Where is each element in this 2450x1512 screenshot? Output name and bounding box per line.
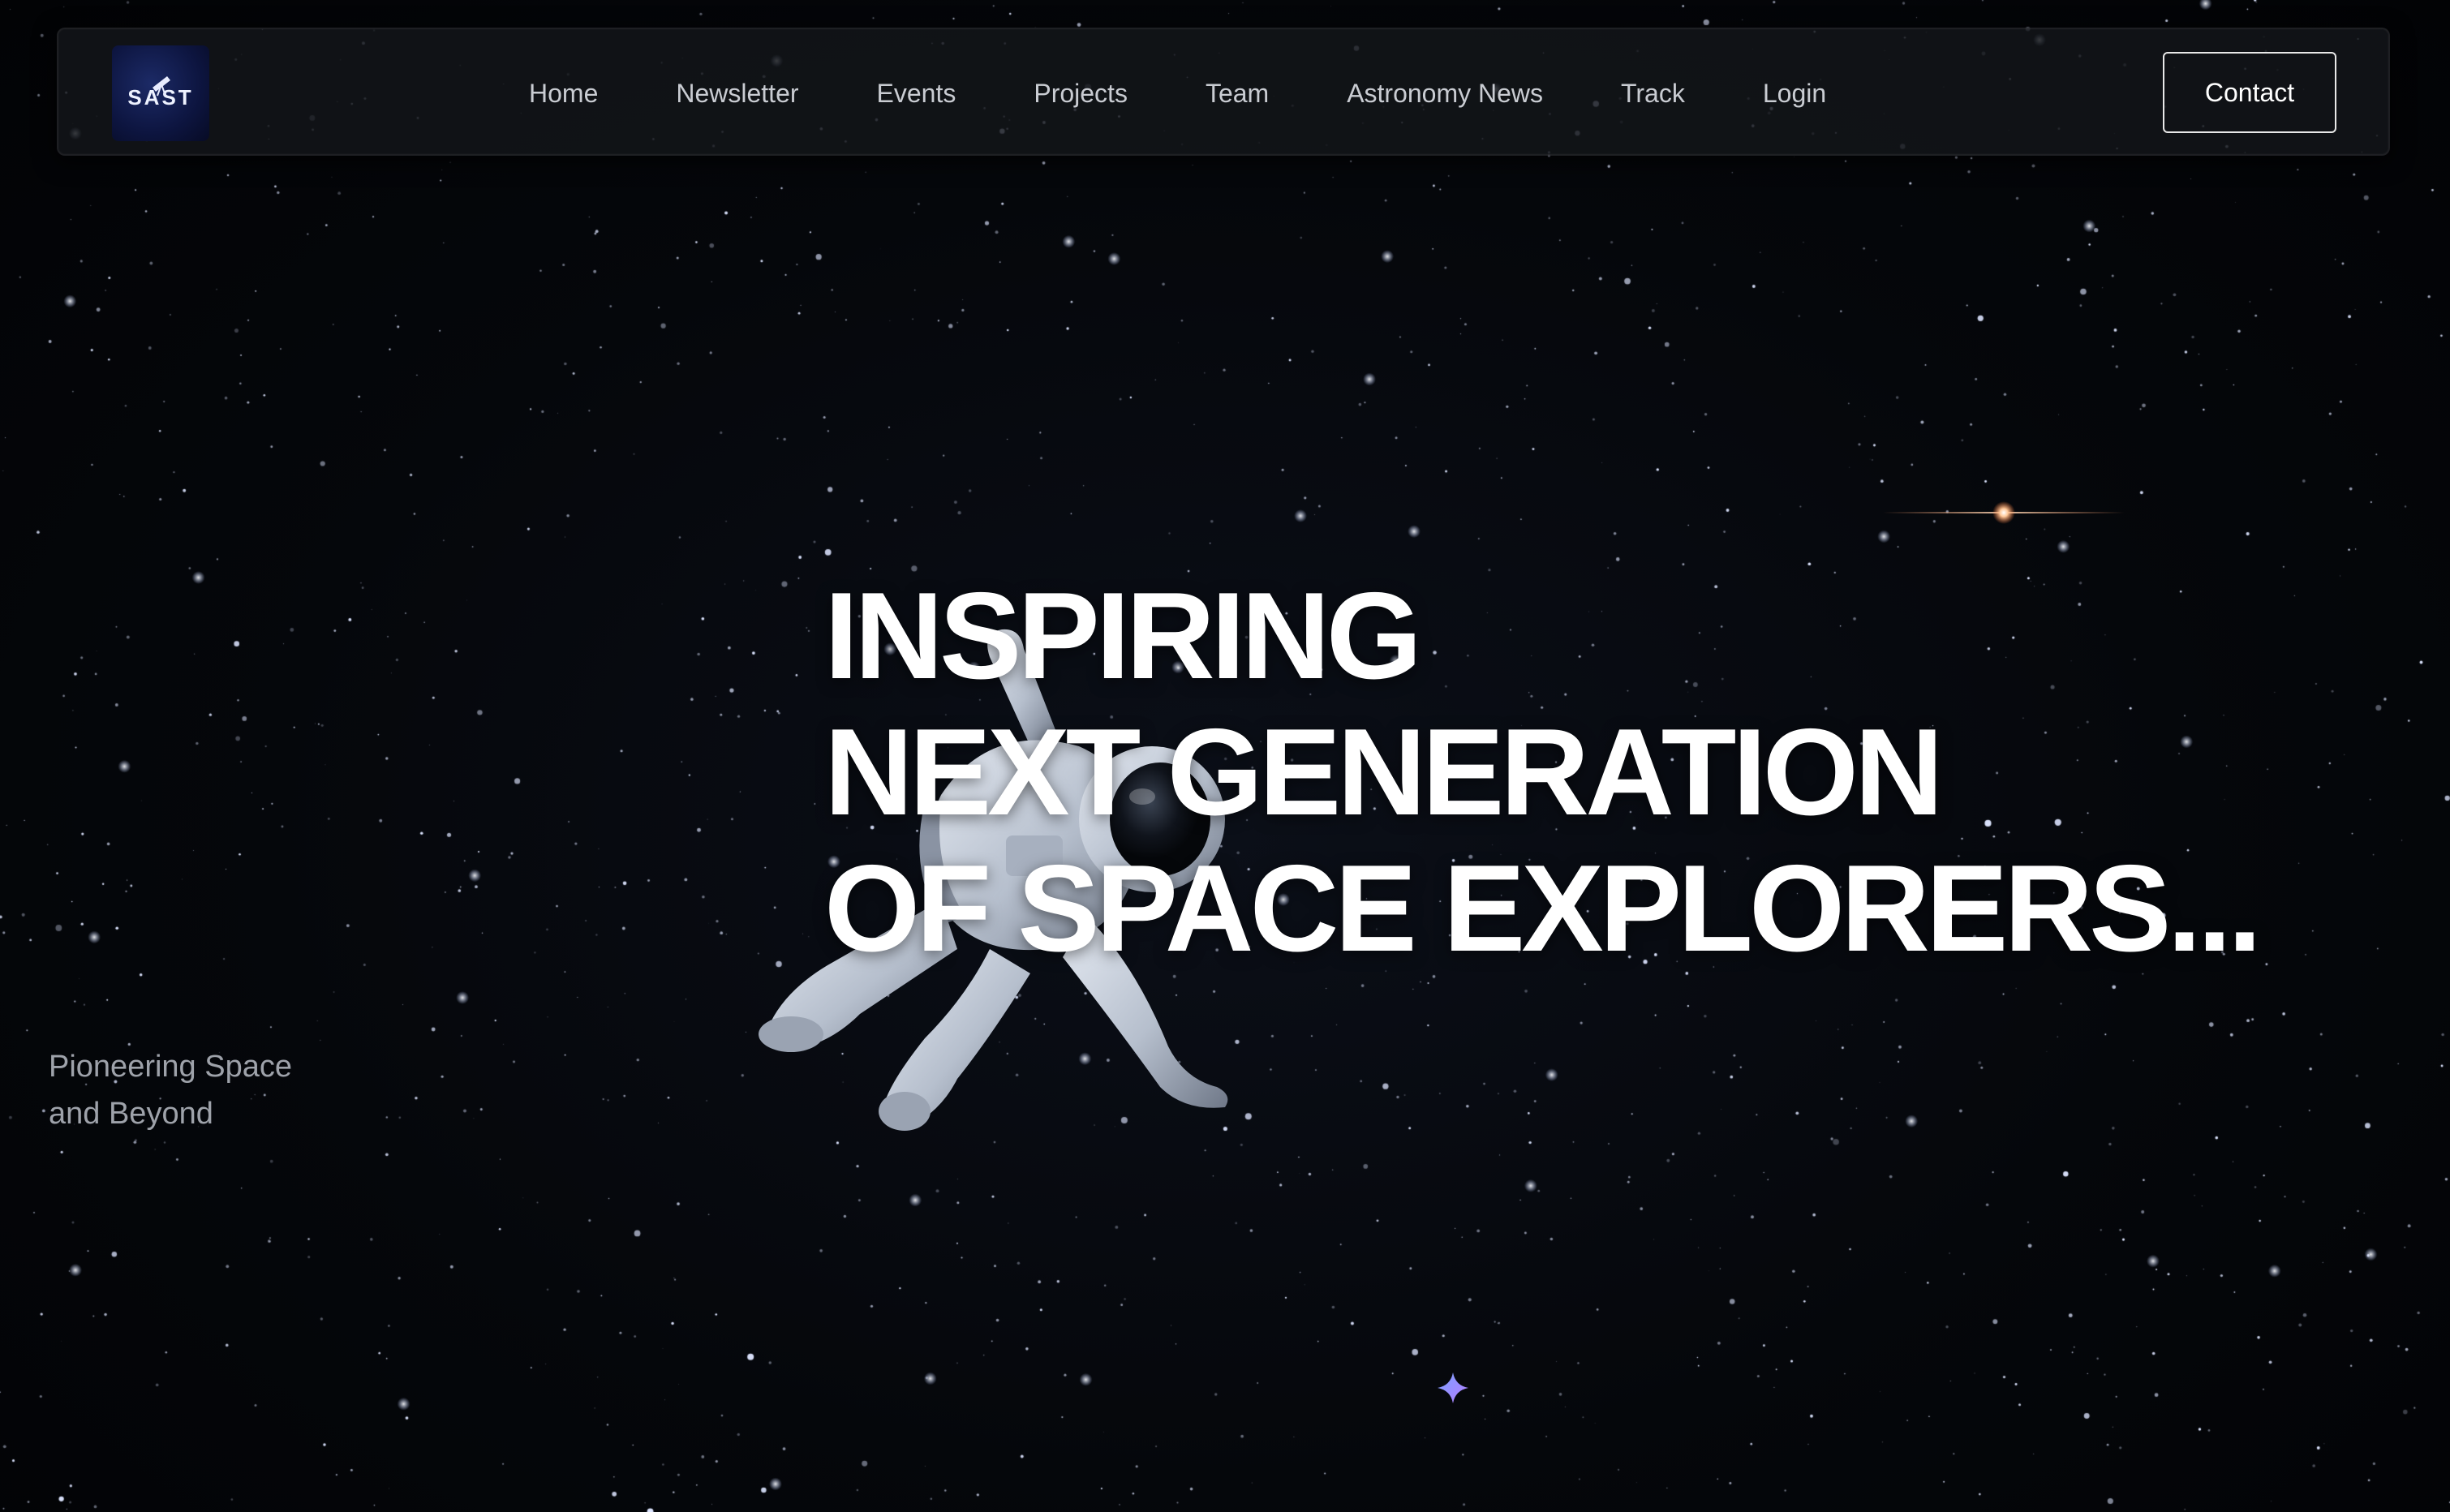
hero-headline-line-1: INSPIRING	[824, 567, 1422, 705]
nav-link-events[interactable]: Events	[877, 79, 956, 109]
nav-link-projects[interactable]: Projects	[1034, 79, 1128, 109]
nav-link-login[interactable]: Login	[1763, 79, 1826, 109]
hero-headline-line-2: NEXT GENERATION	[824, 703, 1944, 841]
telescope-icon	[153, 76, 170, 97]
nav-link-newsletter[interactable]: Newsletter	[676, 79, 798, 109]
top-navbar: SAST Home Newsletter Events Projects Tea…	[57, 28, 2390, 156]
nav-link-home[interactable]: Home	[529, 79, 598, 109]
site-logo[interactable]: SAST	[112, 45, 209, 141]
nav-link-astronomy-news[interactable]: Astronomy News	[1347, 79, 1543, 109]
nav-link-team[interactable]: Team	[1206, 79, 1269, 109]
bright-star-flare	[1882, 501, 2125, 524]
sparkle-icon[interactable]	[1438, 1372, 1468, 1403]
nav-links: Home Newsletter Events Projects Team Ast…	[529, 29, 1826, 157]
nav-link-track[interactable]: Track	[1621, 79, 1685, 109]
hero-headline: INSPIRING NEXT GENERATION OF SPACE EXPLO…	[824, 567, 2262, 977]
hero-tagline-line-1: Pioneering Space	[49, 1050, 292, 1084]
contact-button[interactable]: Contact	[2163, 52, 2336, 133]
hero-tagline: Pioneering Space and Beyond	[49, 1043, 389, 1137]
hero-headline-line-3: OF SPACE EXPLORERS...	[824, 840, 2262, 977]
hero-tagline-line-2: and Beyond	[49, 1097, 213, 1131]
page: SAST Home Newsletter Events Projects Tea…	[0, 0, 2450, 1512]
